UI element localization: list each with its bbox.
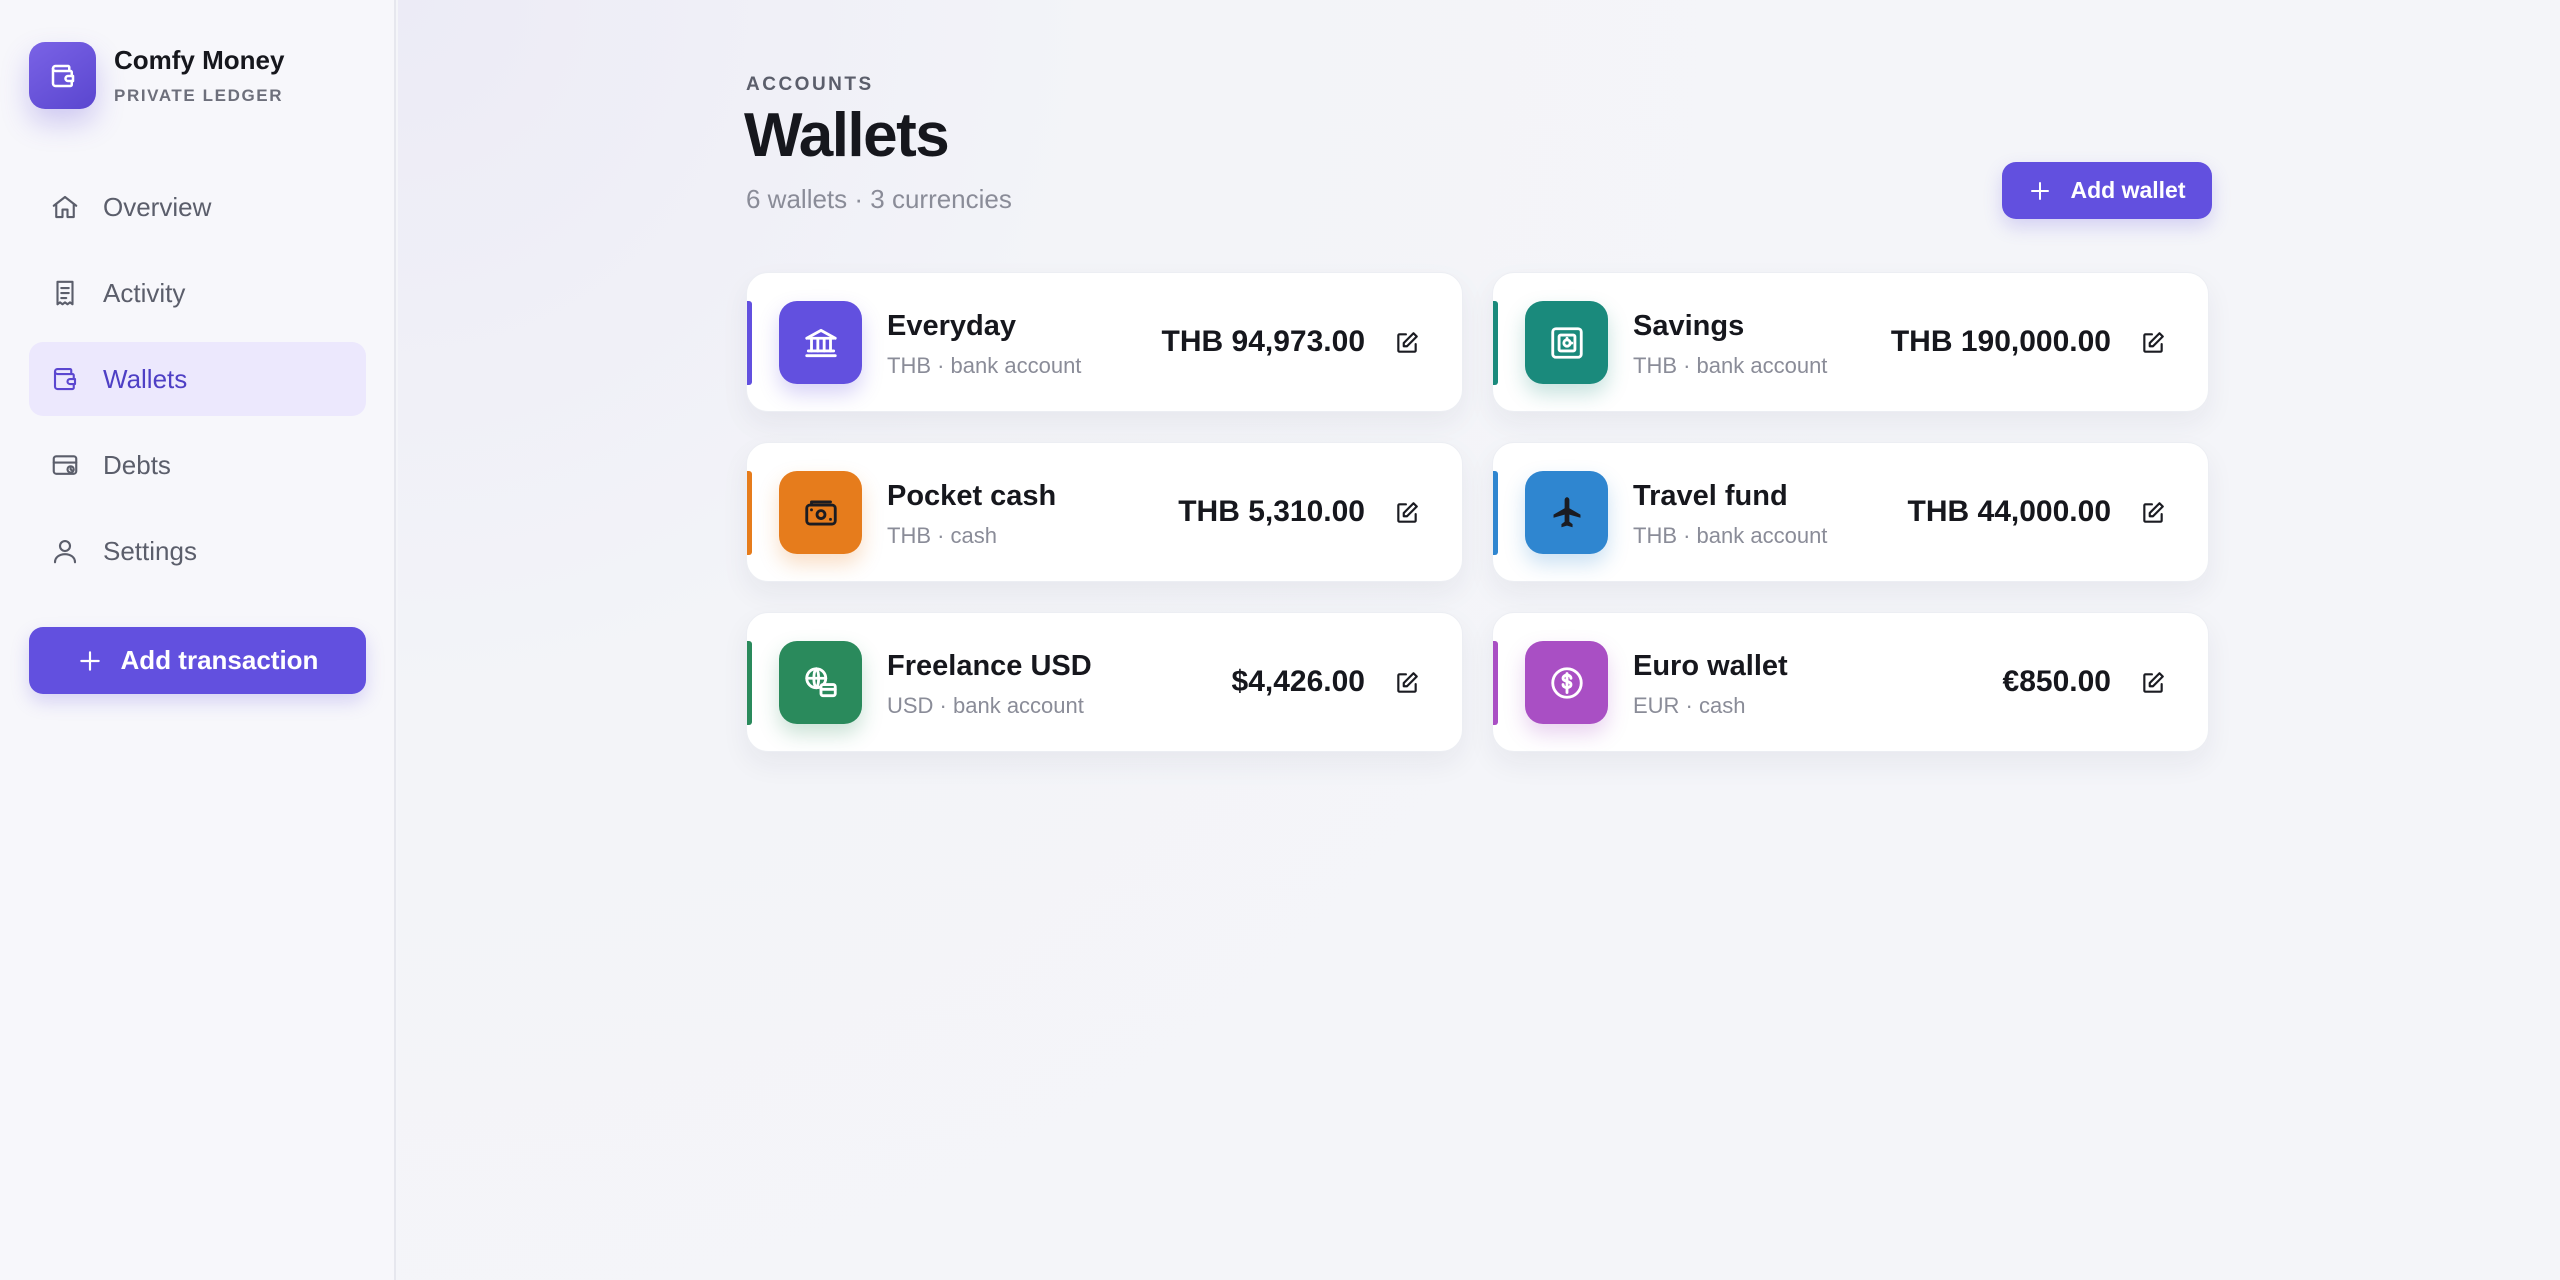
sidebar-item-label: Overview [103,191,212,222]
wallet-meta: USD · bank account [887,693,1084,718]
wallet-icon [49,363,81,395]
sidebar-item-label: Settings [103,535,197,566]
wallet-card-travel-fund[interactable]: Travel fund THB · bank account THB 44,00… [1492,442,2209,582]
sidebar-item-label: Activity [103,277,186,308]
plus-icon [77,648,103,674]
edit-icon[interactable] [2138,498,2168,528]
wallet-name: Pocket cash [887,480,1057,512]
add-wallet-button[interactable]: Add wallet [2002,162,2212,219]
main-content: ACCOUNTS Wallets 6 wallets · 3 currencie… [398,0,2560,1280]
wallet-balance: THB 5,310.00 [1178,495,1365,528]
wallet-card-pocket-cash[interactable]: Pocket cash THB · cash THB 5,310.00 [746,442,1463,582]
user-icon [49,535,81,567]
wallet-name: Travel fund [1633,480,1788,512]
sidebar-item-label: Debts [103,449,171,480]
edit-icon[interactable] [2138,668,2168,698]
sidebar-nav: Overview Activity Wallets Debts Settings [29,170,366,600]
wallet-balance: $4,426.00 [1231,665,1365,698]
wallet-accent [747,301,752,385]
safe-icon [1525,301,1608,384]
wallet-name: Freelance USD [887,650,1092,682]
bank-icon [779,301,862,384]
sidebar-item-label: Wallets [103,363,188,394]
add-transaction-label: Add transaction [120,645,319,675]
wallet-card-freelance-usd[interactable]: Freelance USD USD · bank account $4,426.… [746,612,1463,752]
wallet-accent [1493,471,1498,555]
receipt-icon [49,277,81,309]
sidebar-item-settings[interactable]: Settings [29,514,366,588]
sidebar: Comfy Money PRIVATE LEDGER Overview Acti… [0,0,396,1280]
page-eyebrow: ACCOUNTS [746,74,874,95]
coin-icon [1525,641,1608,724]
globe-card-icon [779,641,862,724]
wallet-accent [747,471,752,555]
wallet-meta: THB · bank account [1633,353,1828,378]
brand: Comfy Money PRIVATE LEDGER [29,42,284,109]
page-title: Wallets [744,101,950,170]
home-icon [49,191,81,223]
sidebar-item-overview[interactable]: Overview [29,170,366,244]
app-subtitle: PRIVATE LEDGER [114,86,284,105]
wallet-icon [29,42,96,109]
wallet-balance: €850.00 [2002,665,2111,698]
sidebar-item-debts[interactable]: Debts [29,428,366,502]
wallet-accent [1493,301,1498,385]
sidebar-item-wallets[interactable]: Wallets [29,342,366,416]
sidebar-item-activity[interactable]: Activity [29,256,366,330]
wallet-balance: THB 190,000.00 [1890,325,2111,358]
plane-icon [1525,471,1608,554]
page-subtitle: 6 wallets · 3 currencies [746,184,1012,214]
wallet-meta: THB · bank account [1633,523,1828,548]
wallet-accent [1493,641,1498,725]
add-transaction-button[interactable]: Add transaction [29,627,366,694]
app-name: Comfy Money [114,45,285,75]
wallet-balance: THB 94,973.00 [1161,325,1365,358]
wallet-meta: EUR · cash [1633,693,1746,718]
cash-icon [779,471,862,554]
edit-icon[interactable] [1392,328,1422,358]
card-clock-icon [49,449,81,481]
wallet-name: Savings [1633,310,1745,342]
edit-icon[interactable] [2138,328,2168,358]
edit-icon[interactable] [1392,498,1422,528]
wallet-card-everyday[interactable]: Everyday THB · bank account THB 94,973.0… [746,272,1463,412]
wallet-balance: THB 44,000.00 [1907,495,2111,528]
wallet-name: Everyday [887,310,1016,342]
plus-icon [2028,179,2052,203]
wallet-name: Euro wallet [1633,650,1788,682]
wallet-meta: THB · bank account [887,353,1082,378]
wallet-meta: THB · cash [887,523,998,548]
add-wallet-label: Add wallet [2070,177,2186,203]
wallet-accent [747,641,752,725]
wallet-card-savings[interactable]: Savings THB · bank account THB 190,000.0… [1492,272,2209,412]
edit-icon[interactable] [1392,668,1422,698]
wallet-card-euro-wallet[interactable]: Euro wallet EUR · cash €850.00 [1492,612,2209,752]
